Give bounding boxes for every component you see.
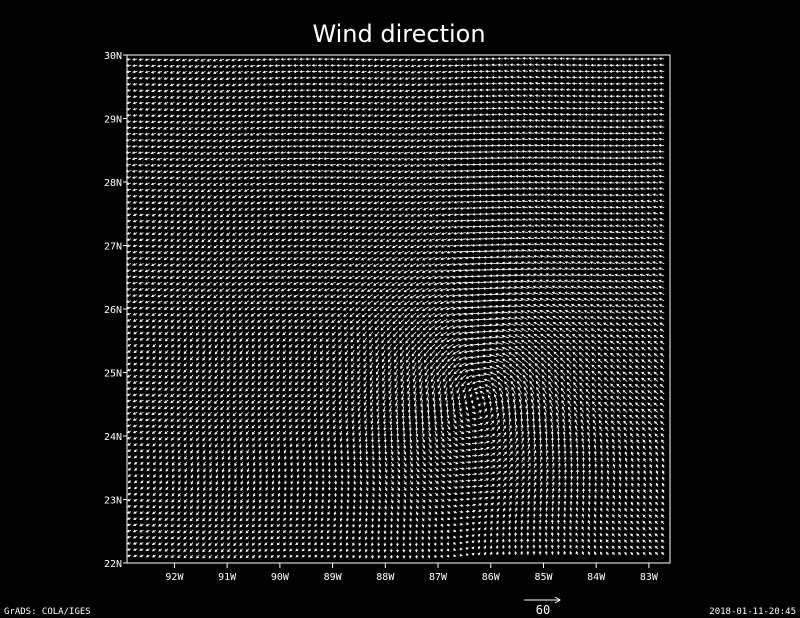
x-tick-label: 84W	[587, 572, 606, 583]
wind-vector-field	[125, 57, 665, 559]
y-tick-label: 24N	[104, 432, 122, 443]
reference-vector: 60	[524, 596, 561, 617]
reference-magnitude: 60	[536, 603, 550, 617]
y-tick-label: 27N	[104, 242, 122, 253]
x-tick-label: 91W	[218, 572, 237, 583]
y-tick-label: 29N	[104, 115, 122, 126]
y-axis-ticks: 22N 23N 24N 25N 26N 27N 28N 29N 30N	[104, 51, 127, 570]
x-axis-ticks: 92W 91W 90W 89W 88W 87W 86W 85W 84W 83W	[165, 563, 659, 583]
wind-vector-chart: Wind direction 92W 91W 90W 89W 88W 87W 86W 85W 8…	[4, 20, 796, 617]
footer-credit: GrADS: COLA/IGES	[4, 607, 91, 617]
chart-title: Wind direction	[312, 20, 485, 48]
x-tick-label: 85W	[534, 572, 553, 583]
y-tick-label: 22N	[104, 559, 122, 570]
x-tick-label: 83W	[640, 572, 659, 583]
x-tick-label: 87W	[429, 572, 448, 583]
footer-timestamp: 2018-01-11-20:45	[709, 607, 796, 617]
x-tick-label: 90W	[271, 572, 290, 583]
y-tick-label: 25N	[104, 369, 122, 380]
y-tick-label: 28N	[104, 178, 122, 189]
x-tick-label: 92W	[165, 572, 184, 583]
y-tick-label: 30N	[104, 51, 122, 62]
wind-vectors	[125, 57, 665, 559]
y-tick-label: 23N	[104, 496, 122, 507]
x-tick-label: 89W	[324, 572, 343, 583]
x-tick-label: 86W	[482, 572, 501, 583]
y-tick-label: 26N	[104, 305, 122, 316]
x-tick-label: 88W	[376, 572, 395, 583]
